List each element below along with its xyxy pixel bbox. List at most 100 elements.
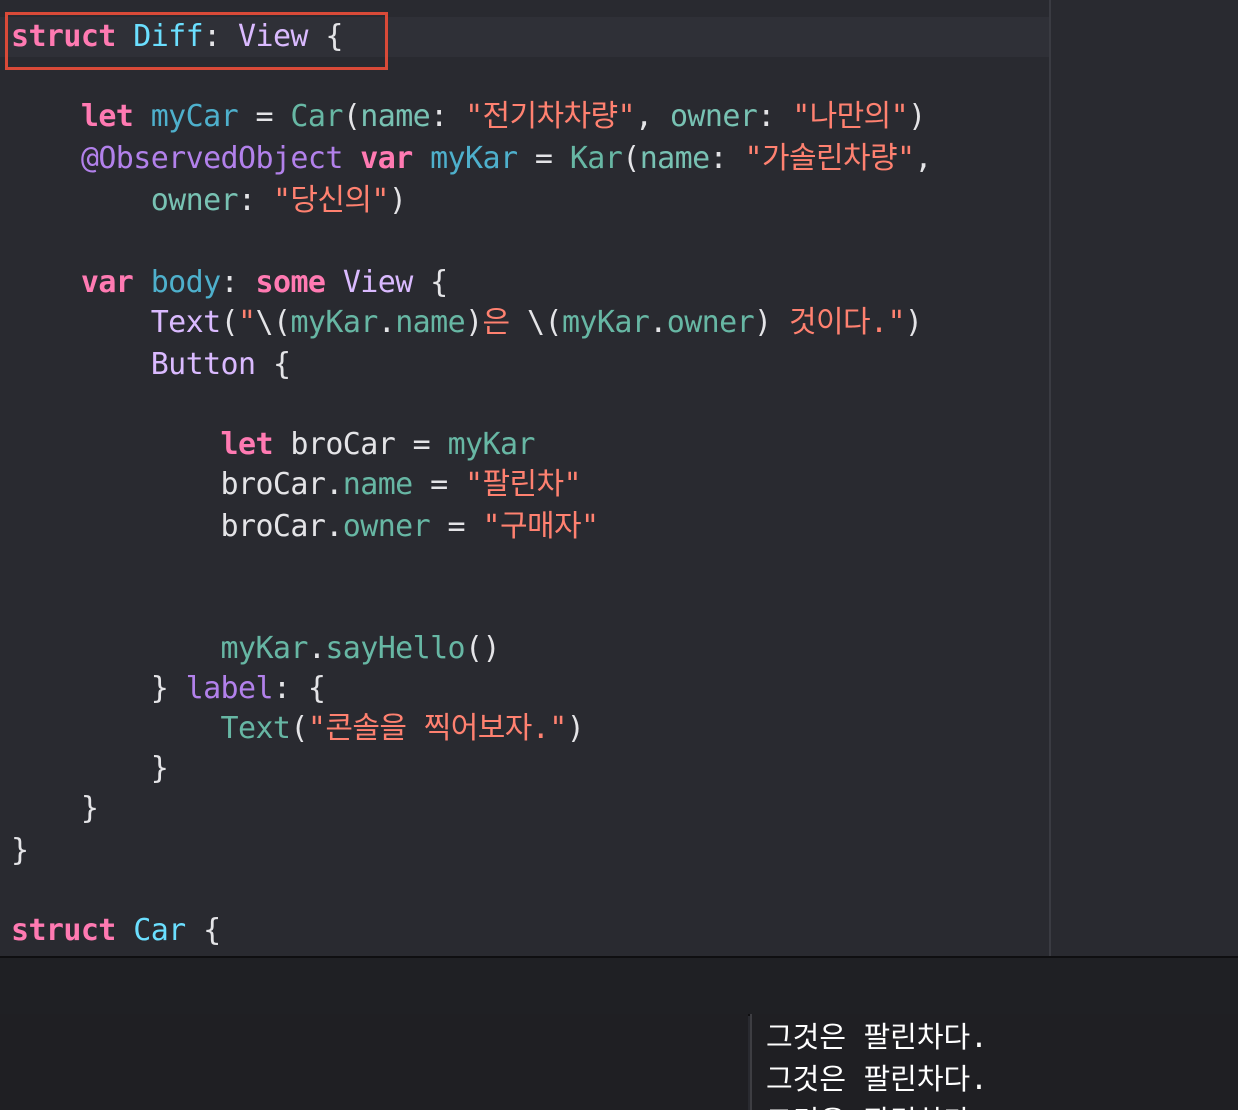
code-token: name [342,467,413,502]
code-token: " [238,305,256,340]
code-token: ) [566,711,585,746]
code-token: some [255,265,326,300]
code-line: Text("콘솔을 찍어보자.") [11,709,585,749]
code-token: Car [133,913,186,948]
code-token: . [377,305,396,340]
annotation-highlight-box [5,12,388,70]
code-token: ) [904,305,923,340]
variables-view [0,1014,748,1110]
code-line: } [11,789,99,829]
code-token: owner [666,305,755,340]
code-line: var body: some View { [11,263,448,303]
code-token: let [80,99,134,134]
code-token: . [649,305,667,340]
code-token: myKar [561,305,650,340]
code-token: = [430,509,483,544]
code-token: { [412,265,448,300]
code-line: } label: { [11,669,326,709]
code-token: { [255,347,291,382]
code-token: "전기차차량" [465,99,636,134]
code-token: : { [272,671,326,706]
console-line: 그것은 팔린차다. [766,1062,988,1096]
code-token: ) [908,99,926,134]
code-token: , [914,141,932,176]
code-token: = [412,467,466,502]
code-token: ) [754,305,789,340]
code-token: ( [290,711,308,746]
code-token: name [360,99,431,134]
code-token: label [185,671,274,706]
code-token: broCar = [272,427,448,462]
code-token: . [307,631,326,666]
code-token: Car [290,99,343,134]
code-token: \( [255,305,292,340]
code-token: myKar [447,427,536,462]
console-output[interactable]: 그것은 팔린차다. 그것은 팔린차다. 그것은 팔린차다. [750,1014,1238,1110]
code-token: : [757,99,793,134]
code-token: struct [11,913,116,948]
code-token: ) [388,183,407,218]
code-token: "나만의" [792,99,909,134]
code-line: owner: "당신의") [11,181,407,221]
code-token: name [639,141,710,176]
code-token: ) [465,305,483,340]
code-token: , [635,99,670,134]
code-token: : [430,99,466,134]
code-token: myKar [220,631,309,666]
code-token: @ObservedObject [80,141,344,176]
code-token: : [709,141,745,176]
code-token: = [517,141,570,176]
code-token: sayHello [325,631,466,666]
code-token: body [150,265,221,300]
code-token: myKar [430,141,518,176]
console-line: 그것은 팔린차다. [766,1098,988,1110]
code-line: struct Car { [11,911,221,951]
code-token: myCar [150,99,239,134]
code-token: owner [342,509,431,544]
code-token: ( [220,305,239,340]
code-token: View [342,265,413,300]
code-line: let myCar = Car(name: "전기차차량", owner: "나… [11,97,926,137]
code-line: broCar.name = "팔린차" [11,465,582,505]
code-token: } [11,791,99,826]
code-token: var [80,265,134,300]
code-token: } [11,671,186,706]
code-token: "콘솔을 찍어보자." [307,711,567,746]
code-line: Button { [11,345,291,385]
code-token: myKar [290,305,378,340]
code-editor[interactable]: struct Diff: View { let myCar = Car(name… [0,0,1049,956]
code-token: "팔린차" [465,467,582,502]
code-token: Text [220,711,291,746]
code-token: 것이다." [788,305,906,340]
code-token: { [185,913,221,948]
code-token: broCar. [11,467,344,502]
code-token: let [220,427,274,462]
code-token: : [220,265,256,300]
code-token: owner [669,99,758,134]
code-token: broCar. [11,509,344,544]
console-line: 그것은 팔린차다. [766,1020,988,1054]
code-token: Text [150,305,221,340]
code-line: broCar.owner = "구매자" [11,507,599,547]
code-line: let broCar = myKar [11,425,536,465]
code-token: () [465,631,501,666]
code-token: 은 [482,305,528,340]
code-token: ( [342,99,361,134]
code-token: \( [527,305,563,340]
code-token: Button [150,347,256,382]
code-token: ( [622,141,640,176]
code-line: @ObservedObject var myKar = Kar(name: "가… [11,139,933,179]
